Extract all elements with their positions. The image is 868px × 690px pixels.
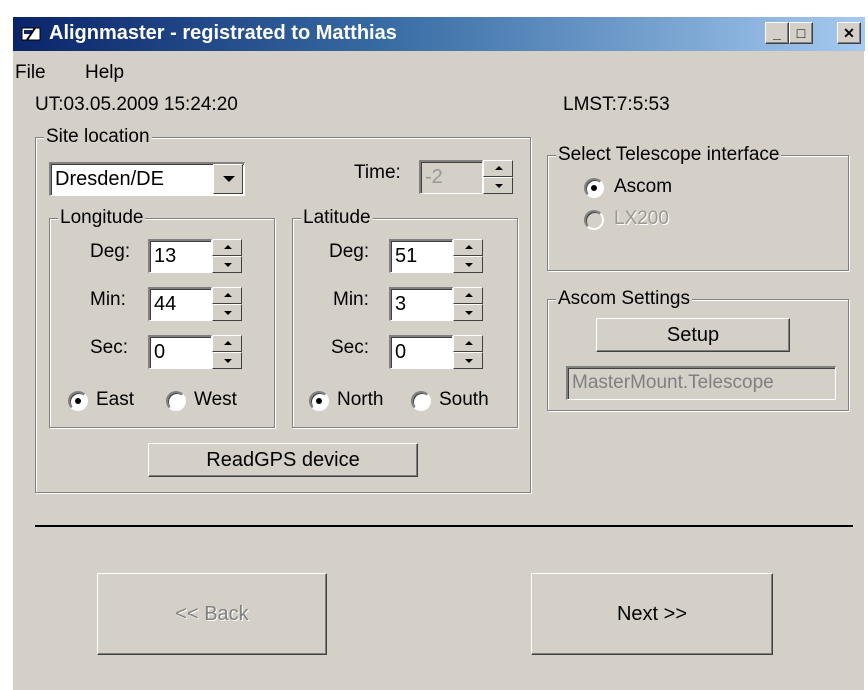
- maximize-button[interactable]: □: [789, 22, 813, 44]
- chevron-down-icon[interactable]: [213, 164, 243, 194]
- telescope-interface-group: Select Telescope interface Ascom LX200: [547, 143, 849, 271]
- time-stepper[interactable]: [483, 160, 513, 194]
- ascom-driver-field: MasterMount.Telescope: [566, 366, 836, 400]
- read-gps-button[interactable]: ReadGPS device: [148, 443, 418, 477]
- ascom-driver-value: MasterMount.Telescope: [572, 372, 774, 393]
- longitude-sec-stepper[interactable]: [212, 335, 242, 369]
- ascom-settings-label: Ascom Settings: [556, 287, 692, 311]
- spin-down-icon[interactable]: [453, 352, 483, 369]
- latitude-sec-value: 0: [395, 341, 407, 363]
- spin-down-icon[interactable]: [453, 256, 483, 273]
- spin-up-icon[interactable]: [483, 160, 513, 177]
- west-label[interactable]: West: [194, 389, 237, 411]
- longitude-group: Longitude Deg: 13 Min: 44 Sec: 0 East We…: [49, 206, 275, 428]
- close-button[interactable]: ✕: [837, 22, 861, 44]
- spin-up-icon[interactable]: [453, 239, 483, 256]
- spin-down-icon[interactable]: [212, 352, 242, 369]
- alignmaster-window: Alignmaster - registrated to Matthias _ …: [12, 16, 865, 690]
- location-value: Dresden/DE: [55, 168, 164, 190]
- south-radio[interactable]: [411, 391, 431, 411]
- latitude-sec-field[interactable]: 0: [389, 335, 453, 369]
- spin-down-icon[interactable]: [483, 177, 513, 194]
- longitude-sec-value: 0: [154, 341, 166, 363]
- next-button[interactable]: Next >>: [531, 573, 773, 655]
- latitude-sec-stepper[interactable]: [453, 335, 483, 369]
- longitude-min-field[interactable]: 44: [148, 287, 212, 321]
- longitude-sec-field[interactable]: 0: [148, 335, 212, 369]
- spin-down-icon[interactable]: [212, 256, 242, 273]
- time-value: -2: [425, 166, 443, 188]
- spin-up-icon[interactable]: [212, 239, 242, 256]
- east-label[interactable]: East: [96, 389, 134, 411]
- ascom-radio[interactable]: [584, 178, 604, 198]
- longitude-deg-field[interactable]: 13: [148, 239, 212, 273]
- minimize-icon: _: [773, 25, 781, 41]
- spin-up-icon[interactable]: [212, 335, 242, 352]
- latitude-group: Latitude Deg: 51 Min: 3 Sec: 0 North Sou…: [292, 206, 518, 428]
- longitude-min-stepper[interactable]: [212, 287, 242, 321]
- east-radio[interactable]: [68, 391, 88, 411]
- back-button: << Back: [97, 573, 327, 655]
- latitude-deg-field[interactable]: 51: [389, 239, 453, 273]
- ascom-label[interactable]: Ascom: [614, 176, 672, 198]
- ut-time: UT:03.05.2009 15:24:20: [35, 94, 238, 115]
- south-label[interactable]: South: [439, 389, 489, 411]
- spin-up-icon[interactable]: [453, 335, 483, 352]
- setup-button[interactable]: Setup: [596, 318, 790, 352]
- site-location-label: Site location: [44, 125, 152, 149]
- spin-up-icon[interactable]: [453, 287, 483, 304]
- time-field: -2: [419, 160, 483, 194]
- spin-up-icon[interactable]: [212, 287, 242, 304]
- north-label[interactable]: North: [337, 389, 383, 411]
- spin-down-icon[interactable]: [212, 304, 242, 321]
- longitude-label: Longitude: [58, 206, 146, 230]
- latitude-deg-value: 51: [395, 245, 418, 267]
- longitude-min-value: 44: [154, 293, 177, 315]
- spin-down-icon[interactable]: [453, 304, 483, 321]
- maximize-icon: □: [796, 25, 806, 41]
- menu-help[interactable]: Help: [85, 62, 124, 84]
- ascom-settings-group: Ascom Settings Setup MasterMount.Telesco…: [547, 287, 849, 411]
- close-icon: ✕: [843, 25, 855, 41]
- minimize-button[interactable]: _: [765, 22, 789, 44]
- longitude-deg-value: 13: [154, 245, 177, 267]
- longitude-min-label: Min:: [90, 289, 126, 310]
- longitude-sec-label: Sec:: [90, 337, 129, 358]
- latitude-min-label: Min:: [333, 289, 369, 310]
- site-location-group: Site location Dresden/DE Time: -2 Longit…: [35, 125, 531, 493]
- window-title: Alignmaster - registrated to Matthias: [49, 22, 397, 44]
- longitude-deg-label: Deg:: [90, 241, 131, 262]
- lx200-radio: [584, 210, 604, 230]
- lmst-time: LMST:7:5:53: [563, 94, 670, 115]
- latitude-min-stepper[interactable]: [453, 287, 483, 321]
- latitude-min-field[interactable]: 3: [389, 287, 453, 321]
- latitude-sec-label: Sec:: [331, 337, 370, 358]
- title-bar[interactable]: Alignmaster - registrated to Matthias _ …: [13, 17, 865, 51]
- west-radio[interactable]: [166, 391, 186, 411]
- latitude-min-value: 3: [395, 293, 407, 315]
- north-radio[interactable]: [309, 391, 329, 411]
- latitude-deg-label: Deg:: [329, 241, 370, 262]
- longitude-deg-stepper[interactable]: [212, 239, 242, 273]
- separator-line: [35, 525, 853, 527]
- lx200-label: LX200: [614, 208, 669, 229]
- app-icon: [21, 27, 41, 41]
- menu-file[interactable]: File: [15, 62, 46, 84]
- latitude-label: Latitude: [301, 206, 373, 230]
- telescope-interface-label: Select Telescope interface: [556, 143, 782, 167]
- time-label: Time:: [354, 162, 401, 183]
- latitude-deg-stepper[interactable]: [453, 239, 483, 273]
